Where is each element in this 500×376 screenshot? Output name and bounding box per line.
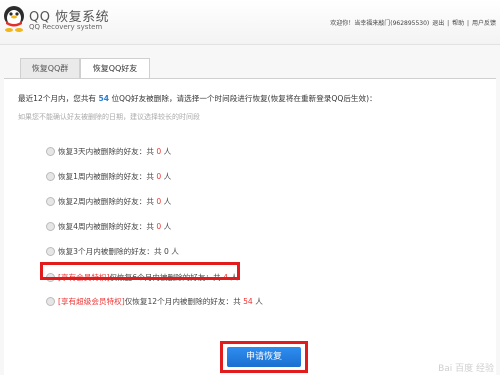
- super-vip-privilege-label: [享有超级会员特权]: [58, 297, 125, 306]
- option-unit: 人: [255, 297, 263, 306]
- option-unit: 人: [171, 247, 179, 256]
- option-unit: 人: [163, 147, 172, 156]
- option-label: 恢复1周内被删除的好友：共: [58, 172, 154, 181]
- option-count: 0: [163, 247, 169, 256]
- highlight-annotation-box: [40, 262, 240, 280]
- radio-button[interactable]: [46, 171, 55, 181]
- help-link[interactable]: 帮助: [452, 20, 464, 27]
- user-info-bar: 欢迎你！当幸福来敲门(962895530) 退出 | 帮助 | 用户反馈: [329, 18, 496, 27]
- intro-prefix: 最近12个月内，您共有: [18, 94, 97, 103]
- option-count: 0: [156, 147, 162, 156]
- tab-recover-groups[interactable]: 恢复QQ群: [20, 58, 80, 78]
- deleted-count: 54: [98, 94, 110, 103]
- radio-button[interactable]: [46, 246, 55, 256]
- recover-friends-panel: 最近12个月内，您共有 54 位QQ好友被删除，请选择一个时间段进行恢复(恢复将…: [4, 78, 496, 376]
- option-count: 0: [156, 197, 162, 206]
- option-count: 0: [156, 172, 162, 181]
- greeting-text: 欢迎你！当幸福来敲门(962895530): [330, 20, 430, 27]
- option-12-months[interactable]: [享有超级会员特权]仅恢复12个月内被删除的好友：共 54 人: [46, 295, 263, 309]
- radio-button[interactable]: [46, 146, 55, 156]
- intro-text: 最近12个月内，您共有 54 位QQ好友被删除，请选择一个时间段进行恢复(恢复将…: [18, 93, 377, 104]
- option-unit: 人: [163, 197, 172, 206]
- option-label: 恢复3个月内被删除的好友：共: [58, 247, 162, 256]
- option-label: 恢复3天内被删除的好友：共: [58, 147, 154, 156]
- option-label: 恢复4周内被删除的好友：共: [58, 222, 154, 231]
- option-1-week[interactable]: 恢复1周内被删除的好友：共 0 人: [46, 170, 171, 184]
- option-4-weeks[interactable]: 恢复4周内被删除的好友：共 0 人: [46, 220, 171, 234]
- separator: |: [467, 20, 470, 27]
- radio-button[interactable]: [46, 196, 55, 206]
- intro-suffix: 位QQ好友被删除，请选择一个时间段进行恢复(恢复将在重新登录QQ后生效)：: [111, 94, 377, 103]
- hint-text: 如果您不能确认好友被删除的日期，建议选择较长的时间段: [18, 113, 200, 121]
- option-label: 仅恢复12个月内被删除的好友：共: [124, 297, 241, 306]
- qq-penguin-logo-icon: [4, 6, 24, 32]
- option-3-months[interactable]: 恢复3个月内被删除的好友：共 0 人: [46, 245, 179, 259]
- main-content: 恢复QQ群 恢复QQ好友 最近12个月内，您共有 54 位QQ好友被删除，请选择…: [0, 45, 500, 376]
- radio-button[interactable]: [46, 296, 55, 306]
- radio-button[interactable]: [46, 221, 55, 231]
- option-2-weeks[interactable]: 恢复2周内被删除的好友：共 0 人: [46, 195, 171, 209]
- option-unit: 人: [163, 172, 172, 181]
- app-subtitle: QQ Recovery system: [29, 23, 103, 31]
- separator: |: [447, 20, 450, 27]
- header: QQ 恢复系统 QQ Recovery system 欢迎你！当幸福来敲门(96…: [0, 0, 500, 45]
- logout-link[interactable]: 退出: [432, 20, 444, 27]
- option-3-days[interactable]: 恢复3天内被删除的好友：共 0 人: [46, 145, 171, 159]
- feedback-link[interactable]: 用户反馈: [472, 20, 496, 27]
- apply-button-highlight: 申请恢复: [220, 341, 308, 373]
- option-count: 0: [156, 222, 162, 231]
- tab-recover-friends[interactable]: 恢复QQ好友: [80, 58, 150, 79]
- baidu-watermark: Bai 百度 经验: [438, 364, 494, 374]
- option-label: 恢复2周内被删除的好友：共: [58, 197, 154, 206]
- apply-recover-button[interactable]: 申请恢复: [227, 347, 301, 367]
- option-count: 54: [243, 297, 253, 306]
- option-unit: 人: [163, 222, 172, 231]
